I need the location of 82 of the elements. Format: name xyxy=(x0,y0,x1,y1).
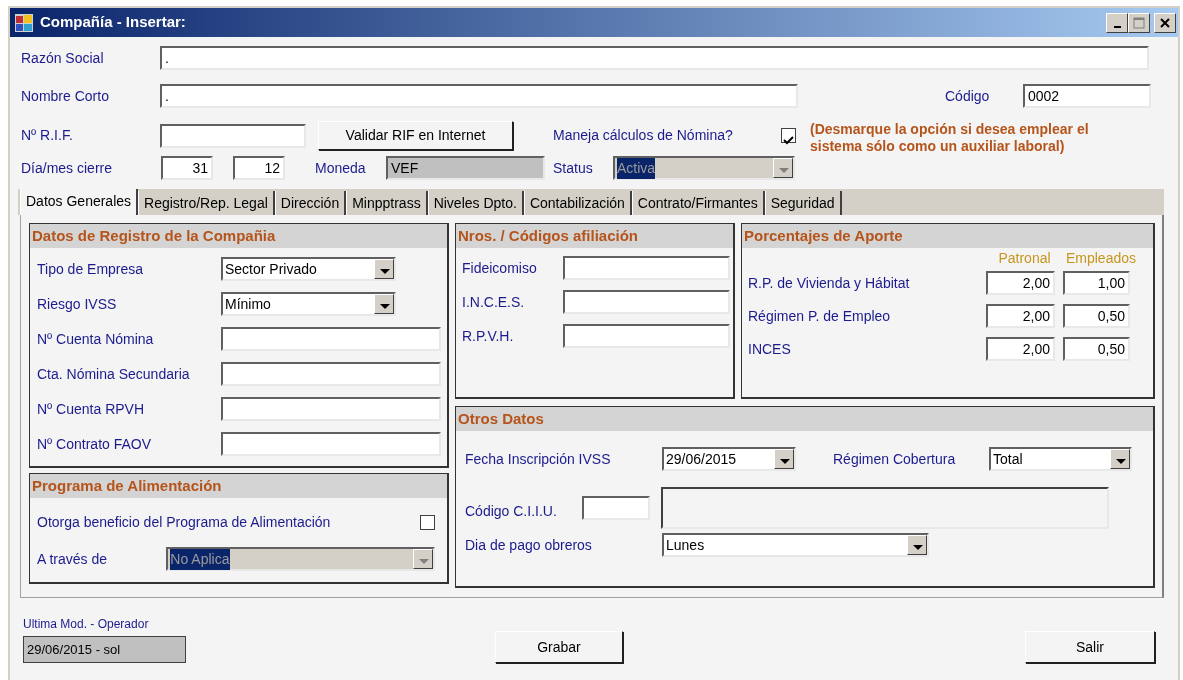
input-field[interactable] xyxy=(220,432,441,456)
window-title: Compañía - Insertar: xyxy=(40,12,187,33)
input-field[interactable]: . xyxy=(160,46,1149,70)
dropdown[interactable]: Lunes xyxy=(662,533,929,557)
field-label: Razón Social xyxy=(21,48,105,68)
field-label: Dia de pago obreros xyxy=(465,535,593,555)
minimize-button[interactable] xyxy=(1106,12,1128,33)
input-field[interactable] xyxy=(563,256,730,280)
input-field[interactable]: 0002 xyxy=(1023,84,1151,108)
close-icon xyxy=(1159,16,1171,29)
field-label: Nº Cuenta Nómina xyxy=(37,329,155,349)
input-field[interactable]: 0,50 xyxy=(1063,337,1130,361)
field-label: Ultima Mod. - Operador xyxy=(23,616,150,633)
validate-button[interactable]: Validar RIF en Internet xyxy=(318,121,513,150)
field-label: Código C.I.I.U. xyxy=(465,501,558,521)
tab[interactable]: Contrato/Firmantes xyxy=(631,191,765,215)
field-label: Maneja cálculos de Nómina? xyxy=(553,126,734,145)
field-label: Otorga beneficio del Programa de Alimentación xyxy=(37,513,331,532)
input-field[interactable]: 2,00 xyxy=(986,271,1055,295)
column-header: Empleados xyxy=(1064,249,1137,268)
input-field[interactable] xyxy=(582,496,650,520)
minimize-icon xyxy=(1113,25,1121,28)
maximize-icon xyxy=(1133,16,1145,29)
field-label: INCES xyxy=(748,339,792,359)
field-label: Riesgo IVSS xyxy=(37,294,118,314)
field-label: Día/mes cierre xyxy=(21,158,114,178)
input-field[interactable]: 0,50 xyxy=(1063,304,1130,328)
input-field[interactable] xyxy=(220,397,441,421)
save-button[interactable]: Grabar xyxy=(495,631,623,663)
exit-button[interactable]: Salir xyxy=(1025,631,1155,663)
group-title: Nros. / Códigos afiliación xyxy=(456,224,733,248)
dropdown[interactable]: Total xyxy=(989,447,1132,471)
field-label: R.P. de Vivienda y Hábitat xyxy=(748,273,911,293)
input-field[interactable]: 31 xyxy=(161,156,213,180)
input-field[interactable] xyxy=(220,327,441,351)
hint-text: (Desmarque la opción si desea emplear el sistema sólo como un auxiliar laboral) xyxy=(810,121,1090,156)
field-label: Nº Cuenta RPVH xyxy=(37,399,146,419)
field-label: Moneda xyxy=(315,158,367,178)
field-label: Tipo de Empresa xyxy=(37,259,145,279)
field-label: Régimen P. de Empleo xyxy=(748,306,892,326)
tab[interactable]: Datos Generales xyxy=(20,189,139,215)
tab[interactable]: Niveles Dpto. xyxy=(427,191,524,215)
input-field[interactable]: 29/06/2015 - sol xyxy=(23,636,186,663)
tab[interactable]: Seguridad xyxy=(764,191,842,215)
dropdown[interactable]: Mínimo xyxy=(221,292,396,316)
input-field[interactable] xyxy=(220,362,441,386)
field-label: Nº Contrato FAOV xyxy=(37,434,153,454)
input-field[interactable]: 2,00 xyxy=(986,337,1055,361)
group-title: Otros Datos xyxy=(456,407,1153,431)
input-field[interactable] xyxy=(563,324,730,348)
field-label: R.P.V.H. xyxy=(462,326,515,346)
input-field[interactable] xyxy=(563,290,730,314)
field-label: Status xyxy=(553,158,594,178)
field-label: Nombre Corto xyxy=(21,86,110,106)
input-field[interactable]: . xyxy=(160,84,798,108)
checkbox[interactable] xyxy=(420,515,435,530)
maximize-button[interactable] xyxy=(1128,12,1150,33)
field-label: Nº R.I.F. xyxy=(21,126,74,145)
close-button[interactable] xyxy=(1154,12,1176,33)
input-field[interactable] xyxy=(160,123,306,148)
column-header: Patronal xyxy=(997,249,1052,268)
input-field[interactable]: 2,00 xyxy=(986,304,1055,328)
field-label: Código xyxy=(945,86,991,106)
app-icon xyxy=(14,12,34,33)
field-label: Régimen Cobertura xyxy=(833,449,957,469)
tab[interactable]: Contabilización xyxy=(523,191,632,215)
field-label: I.N.C.E.S. xyxy=(462,292,526,312)
tab[interactable]: Registro/Rep. Legal xyxy=(138,191,275,215)
group-title: Porcentajes de Aporte xyxy=(742,224,1153,248)
field-label: Fecha Inscripción IVSS xyxy=(465,449,612,469)
input-field[interactable]: 1,00 xyxy=(1063,271,1130,295)
group-title: Programa de Alimentación xyxy=(30,474,447,498)
group-title: Datos de Registro de la Compañia xyxy=(30,224,447,248)
checkbox[interactable] xyxy=(781,128,796,143)
field-label: A través de xyxy=(37,549,109,569)
field-label: Cta. Nómina Secundaria xyxy=(37,364,191,384)
field-label: Fideicomiso xyxy=(462,258,538,278)
tab[interactable]: Minpptrass xyxy=(346,191,428,215)
tab[interactable]: Dirección xyxy=(274,191,347,215)
dropdown[interactable]: 29/06/2015 xyxy=(662,447,796,471)
input-field[interactable]: 12 xyxy=(233,156,285,180)
dropdown[interactable]: Sector Privado xyxy=(221,257,396,281)
